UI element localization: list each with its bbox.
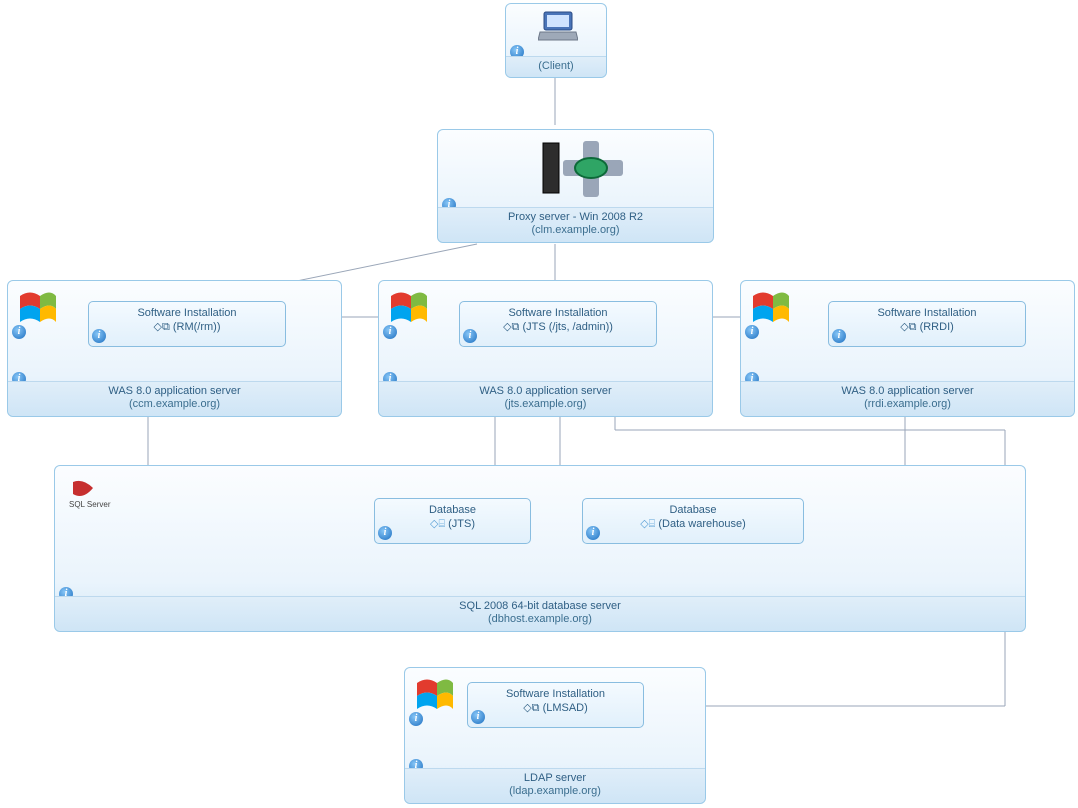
inner-db-jts[interactable]: Database ◇⌸ (JTS) i xyxy=(374,498,531,544)
proxy-host: (clm.example.org) xyxy=(438,224,713,237)
info-icon[interactable]: i xyxy=(378,526,392,540)
pkg-icon: ◇⧉ xyxy=(900,321,919,333)
node-client[interactable]: i (Client) xyxy=(505,3,607,78)
db-icon: ◇⌸ xyxy=(640,518,658,530)
db-val: (Data warehouse) xyxy=(658,518,745,530)
node-sql-server[interactable]: SQL Server Database ◇⌸ (JTS) i Database … xyxy=(54,465,1026,632)
si-app: (JTS (/jts, /admin)) xyxy=(522,321,612,333)
sql-logo-text: SQL Server xyxy=(69,500,111,509)
laptop-icon xyxy=(538,10,578,44)
si-app: (RM(/rm)) xyxy=(173,321,221,333)
inner-jts[interactable]: Software Installation ◇⧉ (JTS (/jts, /ad… xyxy=(459,301,657,347)
windows-icon xyxy=(749,291,789,329)
inner-rm[interactable]: Software Installation ◇⧉ (RM(/rm)) i xyxy=(88,301,286,347)
si-header: Software Installation xyxy=(89,302,285,319)
info-icon[interactable]: i xyxy=(12,325,26,339)
pkg-icon: ◇⧉ xyxy=(153,321,172,333)
info-icon[interactable]: i xyxy=(92,329,106,343)
was-rm-title: WAS 8.0 application server xyxy=(8,385,341,398)
si-app: (LMSAD) xyxy=(543,702,588,714)
info-icon[interactable]: i xyxy=(409,712,423,726)
node-ldap[interactable]: i Software Installation ◇⧉ (LMSAD) i i L… xyxy=(404,667,706,804)
node-was-jts[interactable]: i Software Installation ◇⧉ (JTS (/jts, /… xyxy=(378,280,713,417)
was-rm-host: (ccm.example.org) xyxy=(8,398,341,411)
ldap-title: LDAP server xyxy=(405,772,705,785)
db-icon: ◇⌸ xyxy=(430,518,448,530)
info-icon[interactable]: i xyxy=(471,710,485,724)
si-header: Software Installation xyxy=(829,302,1025,319)
sqlserver-icon: SQL Server xyxy=(69,480,111,509)
ldap-host: (ldap.example.org) xyxy=(405,785,705,798)
pkg-icon: ◇⧉ xyxy=(503,321,522,333)
inner-db-dw[interactable]: Database ◇⌸ (Data warehouse) i xyxy=(582,498,804,544)
was-jts-host: (jts.example.org) xyxy=(379,398,712,411)
db-header: Database xyxy=(375,499,530,516)
info-icon[interactable]: i xyxy=(832,329,846,343)
info-icon[interactable]: i xyxy=(586,526,600,540)
client-label: (Client) xyxy=(538,60,573,72)
node-was-rrdi[interactable]: i Software Installation ◇⧉ (RRDI) i i WA… xyxy=(740,280,1075,417)
windows-icon xyxy=(387,291,427,329)
windows-icon xyxy=(413,678,453,716)
info-icon[interactable]: i xyxy=(463,329,477,343)
proxy-title: Proxy server - Win 2008 R2 xyxy=(438,211,713,224)
si-header: Software Installation xyxy=(468,683,643,700)
si-header: Software Installation xyxy=(460,302,656,319)
inner-ldap[interactable]: Software Installation ◇⧉ (LMSAD) i xyxy=(467,682,644,728)
si-app: (RRDI) xyxy=(920,321,954,333)
info-icon[interactable]: i xyxy=(745,325,759,339)
inner-rrdi[interactable]: Software Installation ◇⧉ (RRDI) i xyxy=(828,301,1026,347)
pkg-icon: ◇⧉ xyxy=(523,702,542,714)
sql-host: (dbhost.example.org) xyxy=(55,613,1025,626)
db-val: (JTS) xyxy=(448,518,475,530)
was-rrdi-title: WAS 8.0 application server xyxy=(741,385,1074,398)
was-rrdi-host: (rrdi.example.org) xyxy=(741,398,1074,411)
was-jts-title: WAS 8.0 application server xyxy=(379,385,712,398)
info-icon[interactable]: i xyxy=(383,325,397,339)
proxy-server-icon xyxy=(533,138,628,200)
node-was-rm[interactable]: i Software Installation ◇⧉ (RM(/rm)) i i… xyxy=(7,280,342,417)
sql-title: SQL 2008 64-bit database server xyxy=(55,600,1025,613)
node-proxy[interactable]: i Proxy server - Win 2008 R2 (clm.exampl… xyxy=(437,129,714,243)
windows-icon xyxy=(16,291,56,329)
db-header: Database xyxy=(583,499,803,516)
